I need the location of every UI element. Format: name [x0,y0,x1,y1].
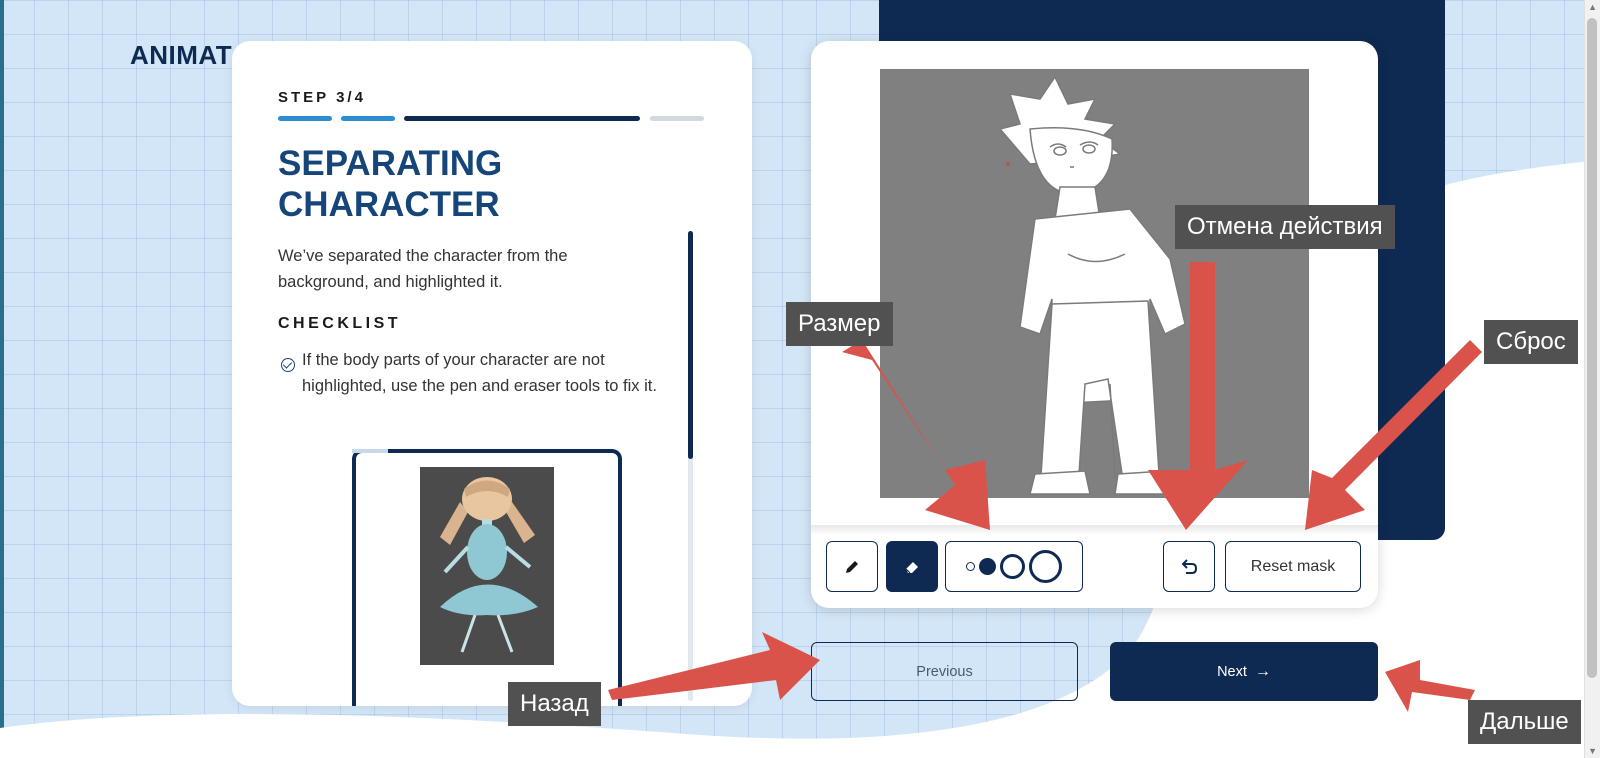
undo-callout: Отмена действия [1175,205,1395,249]
brand-title: ANIMAT [130,40,233,70]
previous-button[interactable]: Previous [811,642,1078,701]
size-small-option[interactable] [966,562,975,571]
example-frame-accent [352,449,388,453]
eraser-icon [905,561,918,573]
reset-callout: Сброс [1484,320,1578,364]
checklist-item: If the body parts of your character are … [302,351,657,395]
back-callout: Назад [508,682,601,726]
progress-segment-3 [404,116,640,121]
card-scrollbar-thumb[interactable] [688,231,693,459]
step-description: We’ve separated the character from the b… [278,247,568,291]
progress-segment-2 [341,116,395,121]
pencil-icon [846,560,858,573]
next-button[interactable]: Next → [1110,642,1378,701]
size-callout: Размер [786,302,893,346]
instructions-card: STEP 3/4 SEPARATING CHARACTER We’ve sepa… [232,41,752,706]
next-label: Next [1217,663,1247,680]
reset-mask-button[interactable]: Reset mask [1225,541,1361,592]
page-title: SEPARATING CHARACTER [278,144,503,224]
undo-button[interactable] [1163,541,1215,592]
page-scrollbar-thumb[interactable] [1587,18,1597,678]
mask-dot [1006,162,1010,166]
mask-canvas[interactable] [880,69,1309,498]
size-xlarge-option[interactable] [1029,550,1062,583]
size-large-option[interactable] [1000,554,1025,579]
check-circle-icon [281,358,295,372]
toolbar-divider [811,525,1378,535]
step-progress [278,116,706,122]
size-medium-option[interactable] [979,558,996,575]
eraser-tool-button[interactable] [886,541,938,592]
previous-label: Previous [916,663,973,680]
progress-segment-4 [650,116,704,121]
reset-mask-label: Reset mask [1250,557,1336,575]
example-drawing-figure [420,467,554,665]
scroll-down-icon[interactable]: ▼ [1588,746,1597,756]
scroll-up-icon[interactable]: ▲ [1588,2,1597,12]
step-label: STEP 3/4 [278,89,366,106]
next-callout: Дальше [1468,700,1581,744]
mask-editor-card: Reset mask [811,41,1378,608]
checklist-heading: CHECKLIST [278,315,402,332]
brush-size-selector[interactable] [945,541,1083,592]
pen-tool-button[interactable] [826,541,878,592]
character-mask-drawing [880,69,1309,498]
arrow-right-icon: → [1254,662,1271,680]
progress-segment-1 [278,116,332,121]
page-scrollbar-track[interactable]: ▲ ▼ [1584,0,1600,758]
example-drawing-image [420,467,554,665]
undo-icon [1181,558,1198,574]
